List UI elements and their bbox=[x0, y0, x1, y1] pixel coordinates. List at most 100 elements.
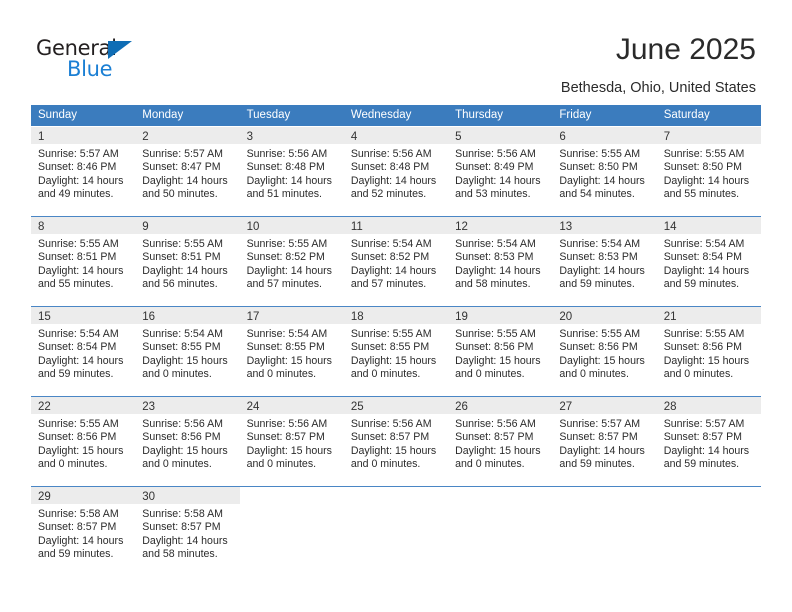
day-number: 18 bbox=[350, 311, 364, 323]
daylight-text-line1: Daylight: 15 hours bbox=[246, 354, 332, 367]
sunset-text: Sunset: 8:46 PM bbox=[38, 161, 117, 174]
day-details: Sunrise: 5:56 AM Sunset: 8:57 PM Dayligh… bbox=[240, 414, 344, 472]
day-cell[interactable]: 4 Sunrise: 5:56 AM Sunset: 8:48 PM Dayli… bbox=[343, 127, 449, 216]
day-cell-empty bbox=[448, 487, 552, 576]
day-number-band: 10 bbox=[239, 217, 344, 234]
weekday-header-monday: Monday bbox=[142, 109, 184, 121]
day-number-band: 23 bbox=[135, 397, 240, 414]
day-cell[interactable]: 14 Sunrise: 5:54 AM Sunset: 8:54 PM Dayl… bbox=[656, 217, 761, 306]
day-cell[interactable]: 15 Sunrise: 5:54 AM Sunset: 8:54 PM Dayl… bbox=[31, 307, 136, 396]
daylight-text-line2: and 55 minutes. bbox=[663, 188, 740, 201]
daylight-text-line1: Daylight: 14 hours bbox=[663, 444, 750, 457]
page-title: June 2025 bbox=[615, 33, 756, 66]
day-cell[interactable]: 24 Sunrise: 5:56 AM Sunset: 8:57 PM Dayl… bbox=[239, 397, 344, 486]
day-details: Sunrise: 5:57 AM Sunset: 8:46 PM Dayligh… bbox=[31, 144, 135, 202]
daylight-text-line2: and 0 minutes. bbox=[455, 368, 525, 381]
daylight-text-line1: Daylight: 14 hours bbox=[38, 354, 124, 367]
sunset-text: Sunset: 8:51 PM bbox=[142, 251, 221, 264]
day-cell[interactable]: 13 Sunrise: 5:54 AM Sunset: 8:53 PM Dayl… bbox=[552, 217, 657, 306]
day-number: 19 bbox=[455, 311, 468, 323]
day-cell[interactable]: 5 Sunrise: 5:56 AM Sunset: 8:49 PM Dayli… bbox=[448, 127, 553, 216]
day-number-band: 13 bbox=[552, 217, 657, 234]
sunrise-text: Sunrise: 5:54 AM bbox=[38, 328, 119, 340]
page-header: General Blue June 2025 Bethesda, Ohio, U… bbox=[0, 0, 792, 100]
day-cell[interactable]: 10 Sunrise: 5:55 AM Sunset: 8:52 PM Dayl… bbox=[239, 217, 344, 306]
sunset-text: Sunset: 8:47 PM bbox=[142, 161, 221, 174]
daylight-text-line2: and 0 minutes. bbox=[559, 368, 629, 381]
day-number-band: 4 bbox=[343, 127, 449, 144]
weekday-header-wednesday: Wednesday bbox=[350, 109, 412, 121]
day-number: 15 bbox=[38, 311, 51, 323]
day-cell[interactable]: 20 Sunrise: 5:55 AM Sunset: 8:56 PM Dayl… bbox=[552, 307, 657, 396]
day-cell[interactable]: 8 Sunrise: 5:55 AM Sunset: 8:51 PM Dayli… bbox=[31, 217, 136, 306]
day-cell[interactable]: 12 Sunrise: 5:54 AM Sunset: 8:53 PM Dayl… bbox=[448, 217, 553, 306]
day-cell[interactable]: 7 Sunrise: 5:55 AM Sunset: 8:50 PM Dayli… bbox=[656, 127, 761, 216]
day-cell[interactable]: 25 Sunrise: 5:56 AM Sunset: 8:57 PM Dayl… bbox=[343, 397, 449, 486]
day-cell[interactable]: 29 Sunrise: 5:58 AM Sunset: 8:57 PM Dayl… bbox=[31, 487, 136, 576]
day-number-band bbox=[657, 487, 761, 504]
day-details: Sunrise: 5:58 AM Sunset: 8:57 PM Dayligh… bbox=[31, 504, 135, 562]
day-number-band: 29 bbox=[31, 487, 136, 504]
sunrise-text: Sunrise: 5:57 AM bbox=[663, 418, 745, 430]
daylight-text-line1: Daylight: 15 hours bbox=[559, 354, 645, 367]
daylight-text-line1: Daylight: 14 hours bbox=[38, 174, 124, 187]
day-number-band: 9 bbox=[135, 217, 240, 234]
day-cell[interactable]: 18 Sunrise: 5:55 AM Sunset: 8:55 PM Dayl… bbox=[343, 307, 449, 396]
day-details: Sunrise: 5:54 AM Sunset: 8:55 PM Dayligh… bbox=[240, 324, 344, 382]
daylight-text-line2: and 59 minutes. bbox=[38, 548, 114, 561]
day-number: 29 bbox=[38, 491, 51, 503]
day-cell[interactable]: 17 Sunrise: 5:54 AM Sunset: 8:55 PM Dayl… bbox=[239, 307, 344, 396]
sunset-text: Sunset: 8:53 PM bbox=[455, 251, 534, 264]
daylight-text-line2: and 59 minutes. bbox=[663, 458, 740, 471]
day-number-band: 19 bbox=[448, 307, 553, 324]
day-number-band bbox=[552, 487, 656, 504]
day-number-band: 22 bbox=[31, 397, 136, 414]
day-cell[interactable]: 28 Sunrise: 5:57 AM Sunset: 8:57 PM Dayl… bbox=[656, 397, 761, 486]
day-details: Sunrise: 5:57 AM Sunset: 8:57 PM Dayligh… bbox=[552, 414, 656, 472]
day-cell[interactable]: 27 Sunrise: 5:57 AM Sunset: 8:57 PM Dayl… bbox=[552, 397, 657, 486]
sunrise-text: Sunrise: 5:55 AM bbox=[663, 328, 745, 340]
day-cell[interactable]: 23 Sunrise: 5:56 AM Sunset: 8:56 PM Dayl… bbox=[135, 397, 240, 486]
day-cell[interactable]: 9 Sunrise: 5:55 AM Sunset: 8:51 PM Dayli… bbox=[135, 217, 240, 306]
day-number-band: 11 bbox=[343, 217, 449, 234]
day-cell[interactable]: 16 Sunrise: 5:54 AM Sunset: 8:55 PM Dayl… bbox=[135, 307, 240, 396]
day-number-band bbox=[344, 487, 448, 504]
day-cell[interactable]: 26 Sunrise: 5:56 AM Sunset: 8:57 PM Dayl… bbox=[448, 397, 553, 486]
location-subtitle: Bethesda, Ohio, United States bbox=[560, 80, 756, 96]
daylight-text-line1: Daylight: 15 hours bbox=[142, 354, 228, 367]
brand-logo[interactable]: General Blue bbox=[36, 36, 176, 82]
daylight-text-line2: and 56 minutes. bbox=[142, 278, 218, 291]
daylight-text-line2: and 58 minutes. bbox=[142, 548, 218, 561]
day-details: Sunrise: 5:54 AM Sunset: 8:53 PM Dayligh… bbox=[552, 234, 656, 292]
day-cell[interactable]: 3 Sunrise: 5:56 AM Sunset: 8:48 PM Dayli… bbox=[239, 127, 344, 216]
day-cell[interactable]: 19 Sunrise: 5:55 AM Sunset: 8:56 PM Dayl… bbox=[448, 307, 553, 396]
daylight-text-line1: Daylight: 14 hours bbox=[38, 534, 124, 547]
day-cell[interactable]: 11 Sunrise: 5:54 AM Sunset: 8:52 PM Dayl… bbox=[343, 217, 449, 306]
sunrise-text: Sunrise: 5:57 AM bbox=[559, 418, 641, 430]
day-cell-empty bbox=[657, 487, 761, 576]
day-cell[interactable]: 1 Sunrise: 5:57 AM Sunset: 8:46 PM Dayli… bbox=[31, 127, 136, 216]
day-cell[interactable]: 22 Sunrise: 5:55 AM Sunset: 8:56 PM Dayl… bbox=[31, 397, 136, 486]
daylight-text-line1: Daylight: 14 hours bbox=[663, 264, 750, 277]
day-cell[interactable]: 21 Sunrise: 5:55 AM Sunset: 8:56 PM Dayl… bbox=[656, 307, 761, 396]
sunset-text: Sunset: 8:52 PM bbox=[350, 251, 430, 264]
sunrise-text: Sunrise: 5:55 AM bbox=[142, 238, 223, 250]
calendar-week-row: 8 Sunrise: 5:55 AM Sunset: 8:51 PM Dayli… bbox=[31, 216, 761, 306]
day-details: Sunrise: 5:54 AM Sunset: 8:54 PM Dayligh… bbox=[657, 234, 761, 292]
day-details: Sunrise: 5:56 AM Sunset: 8:56 PM Dayligh… bbox=[135, 414, 239, 472]
day-cell[interactable]: 6 Sunrise: 5:55 AM Sunset: 8:50 PM Dayli… bbox=[552, 127, 657, 216]
daylight-text-line1: Daylight: 14 hours bbox=[350, 174, 437, 187]
day-number: 4 bbox=[350, 131, 358, 143]
sunset-text: Sunset: 8:56 PM bbox=[455, 341, 534, 354]
day-details: Sunrise: 5:55 AM Sunset: 8:52 PM Dayligh… bbox=[240, 234, 344, 292]
daylight-text-line2: and 0 minutes. bbox=[142, 368, 212, 381]
daylight-text-line2: and 59 minutes. bbox=[38, 368, 114, 381]
day-cell[interactable]: 30 Sunrise: 5:58 AM Sunset: 8:57 PM Dayl… bbox=[135, 487, 240, 576]
sunrise-text: Sunrise: 5:58 AM bbox=[38, 508, 119, 520]
sunset-text: Sunset: 8:57 PM bbox=[455, 431, 534, 444]
day-details: Sunrise: 5:56 AM Sunset: 8:57 PM Dayligh… bbox=[344, 414, 448, 472]
sunset-text: Sunset: 8:57 PM bbox=[38, 521, 117, 534]
weekday-header-thursday: Thursday bbox=[455, 109, 504, 121]
day-cell[interactable]: 2 Sunrise: 5:57 AM Sunset: 8:47 PM Dayli… bbox=[135, 127, 240, 216]
day-number: 28 bbox=[663, 401, 677, 413]
